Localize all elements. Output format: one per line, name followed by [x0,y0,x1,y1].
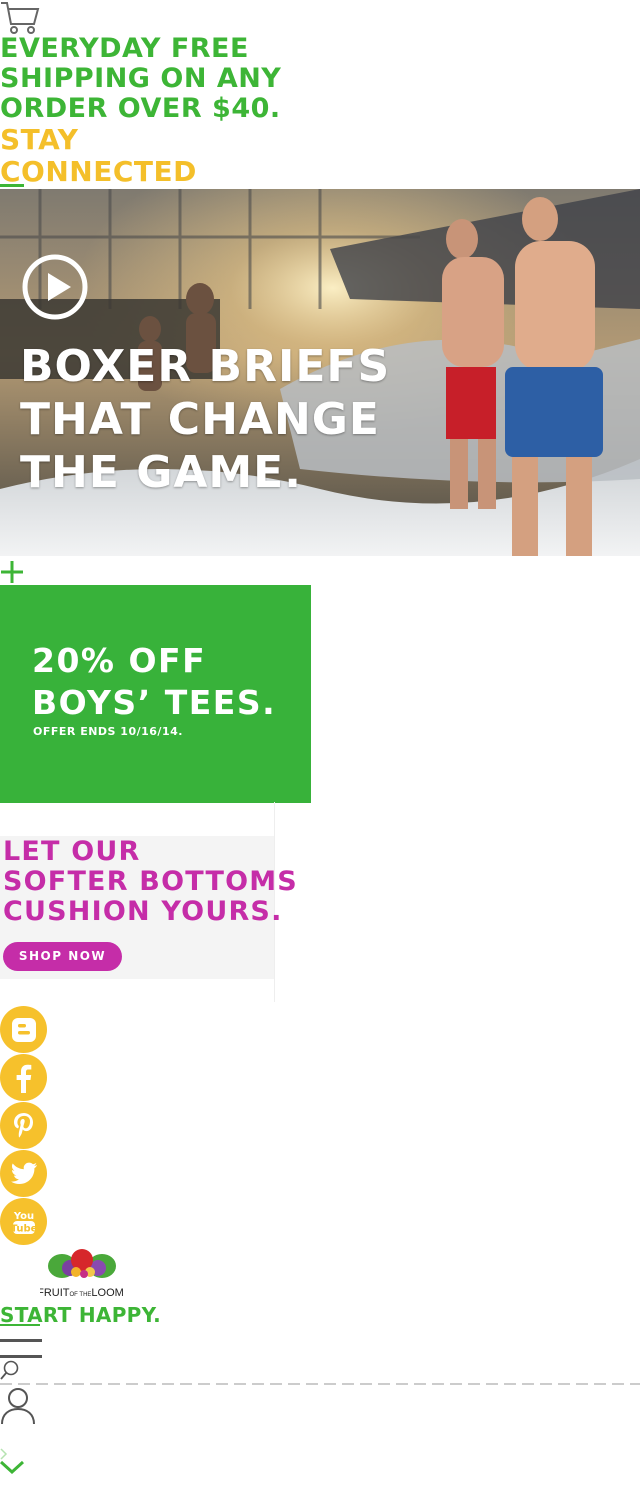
twitter-icon [10,1162,37,1184]
search-icon[interactable] [0,1360,20,1382]
chevron-down-icon[interactable] [0,1460,24,1474]
softer-bottoms-headline: LET OUR SOFTER BOTTOMS CUSHION YOURS. [3,836,298,927]
plus-icon[interactable] [0,560,24,584]
stay-connected-heading: STAY CONNECTED [0,123,197,188]
cart-icon[interactable] [0,0,40,36]
shop-now-button[interactable]: SHOP NOW [3,942,122,971]
pinterest-link[interactable] [0,1102,47,1149]
hero-headline: BOXER BRIEFS THAT CHANGE THE GAME. [20,341,391,498]
blogger-link[interactable] [0,1006,47,1053]
start-happy-underline [0,1324,40,1326]
menu-icon[interactable] [0,1335,42,1361]
offer-ends-text: OFFER ENDS 10/16/14. [33,725,183,738]
menu-bar-bottom [0,1355,42,1358]
chevron-right-icon[interactable] [0,1448,8,1460]
pinterest-icon [13,1112,33,1137]
facebook-link[interactable] [0,1054,47,1101]
blogger-icon [11,1017,36,1042]
search-input-divider [0,1383,640,1385]
svg-text:You: You [12,1211,33,1222]
facebook-icon [16,1064,31,1093]
user-icon[interactable] [0,1386,36,1426]
stay-connected-underline [0,184,24,187]
boys-tees-headline: 20% OFF BOYS’ TEES. [32,641,277,722]
free-shipping-promo: EVERYDAY FREE SHIPPING ON ANY ORDER OVER… [0,33,282,124]
fruit-of-the-loom-wordmark: FRUITOF THELOOM. [40,1287,124,1299]
youtube-link[interactable]: You Tube [0,1198,47,1245]
play-video-icon[interactable] [21,253,89,321]
menu-bar-top [0,1339,42,1342]
twitter-link[interactable] [0,1150,47,1197]
svg-text:Tube: Tube [11,1223,37,1234]
fruit-of-the-loom-logo[interactable]: FRUITOF THELOOM. [40,1246,124,1302]
youtube-icon: You Tube [11,1211,37,1235]
